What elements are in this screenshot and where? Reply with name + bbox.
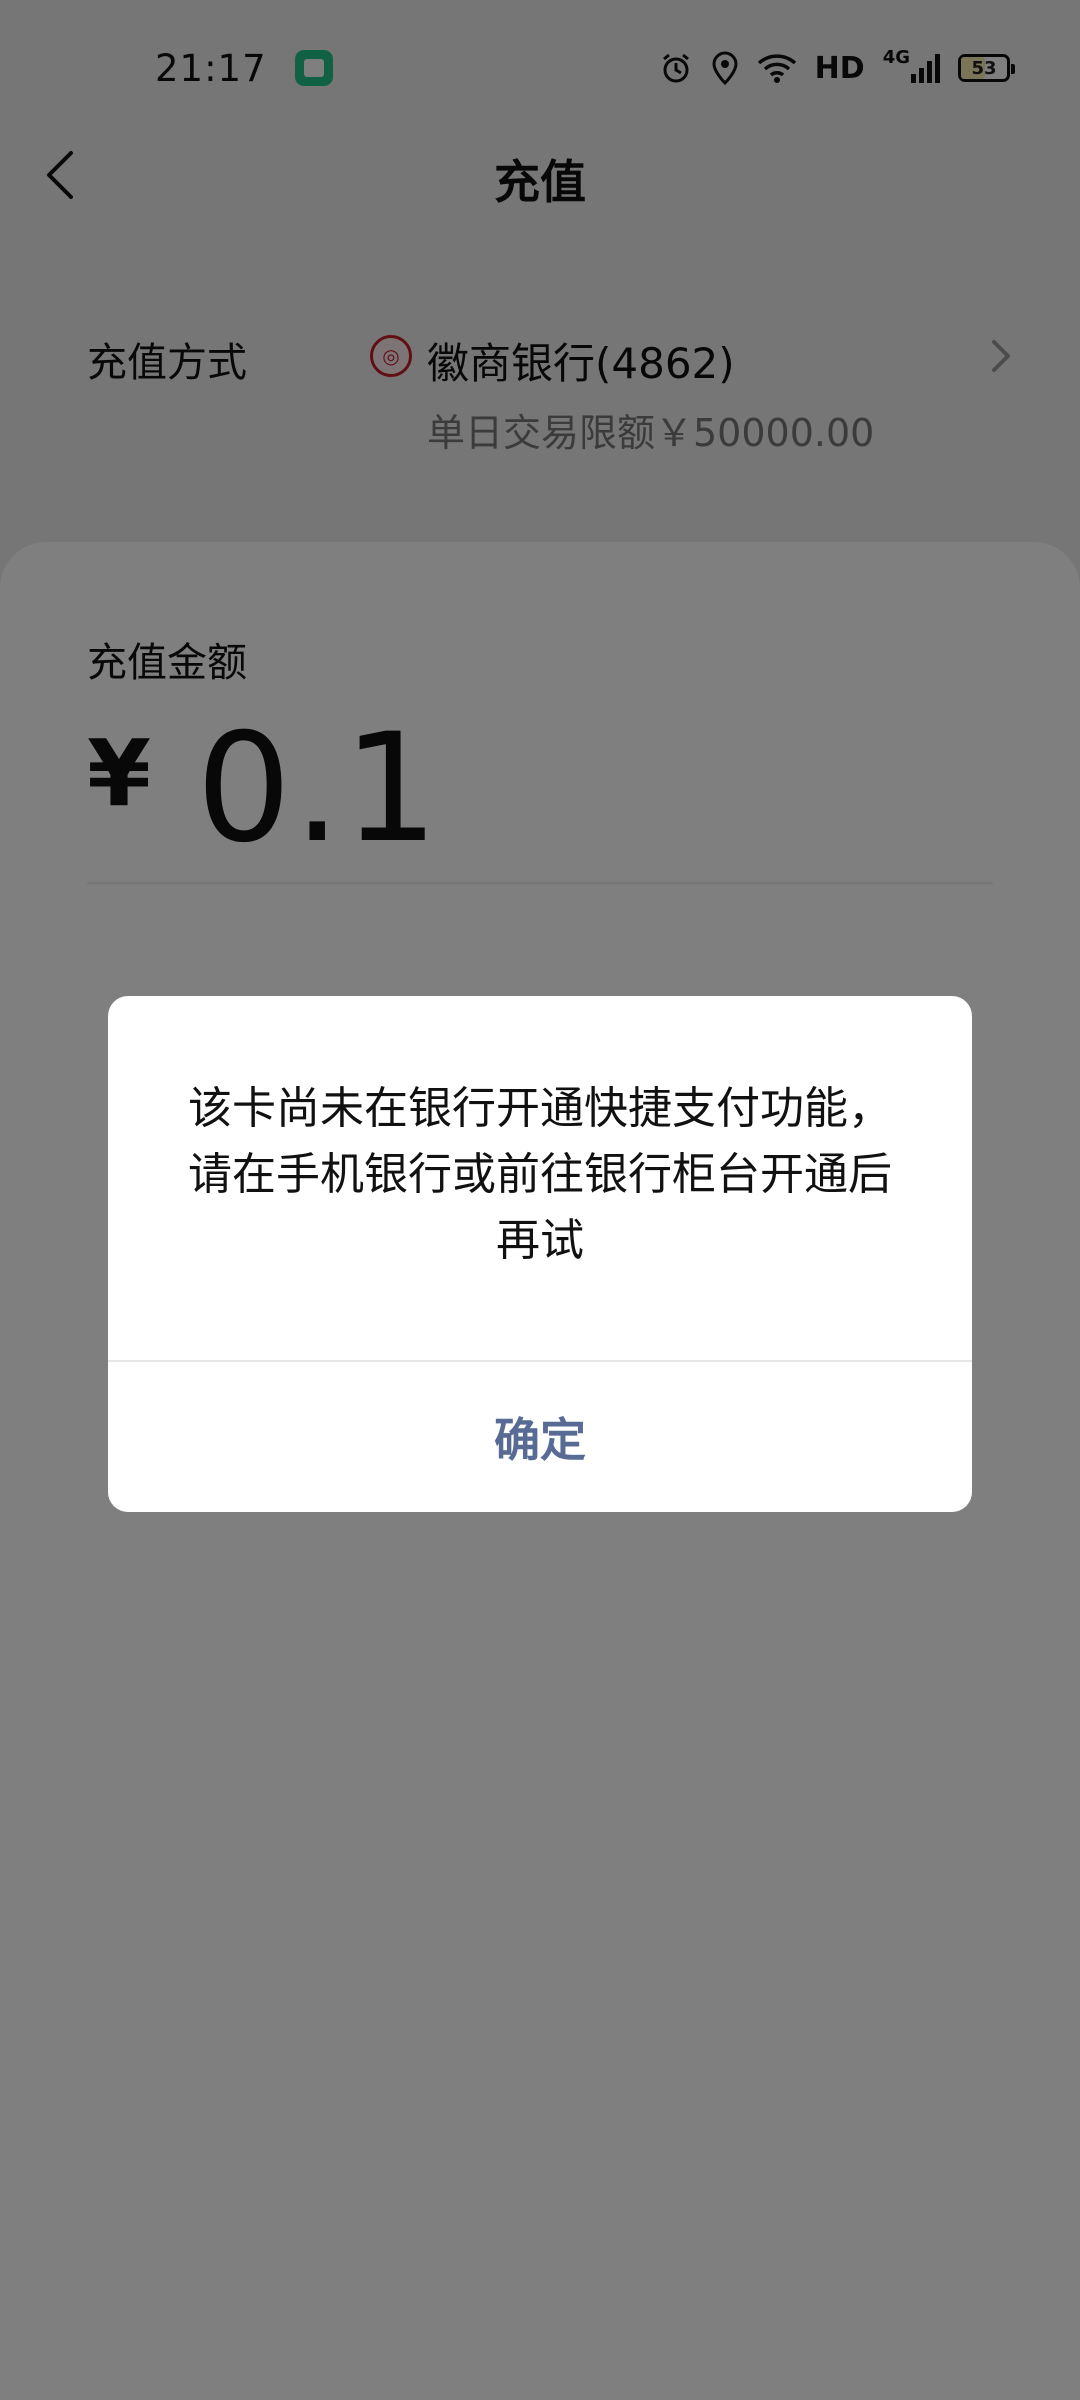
confirm-button[interactable]: 确定: [108, 1362, 972, 1512]
dialog-message: 该卡尚未在银行开通快捷支付功能，请在手机银行或前往银行柜台开通后再试: [188, 1083, 892, 1266]
battery-level: 53: [971, 57, 997, 79]
recharge-screen: 21:17 HD 4G 53 充值: [0, 0, 1080, 2400]
alert-dialog: 该卡尚未在银行开通快捷支付功能，请在手机银行或前往银行柜台开通后再试 确定: [108, 996, 972, 1512]
